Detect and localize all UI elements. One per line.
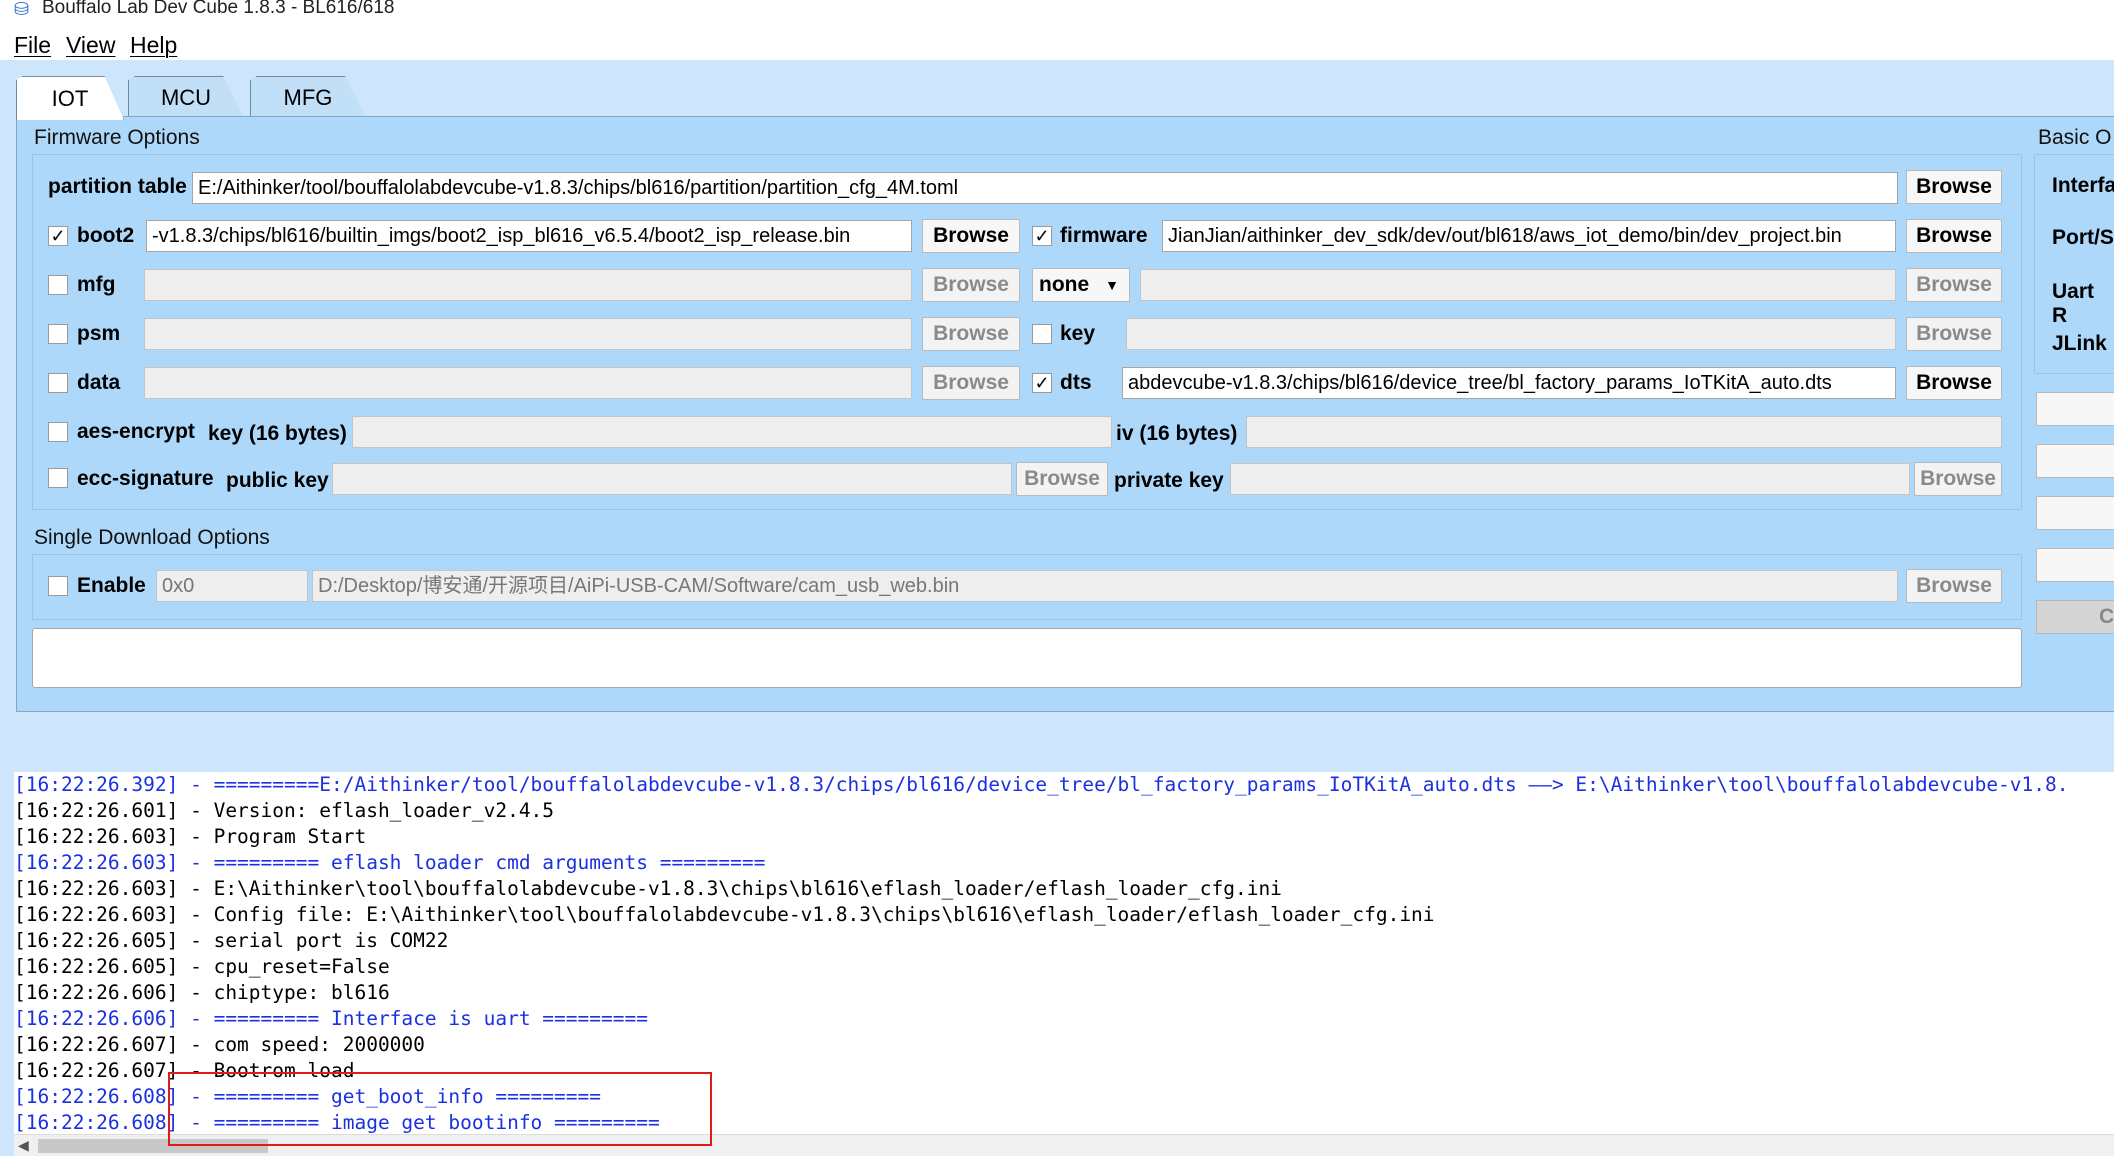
status-message-box — [32, 628, 2022, 688]
private-key-label: private key — [1114, 469, 1224, 492]
action-button-5[interactable]: C — [2036, 600, 2114, 634]
psm-label: psm — [77, 322, 121, 345]
single-browse-button[interactable]: Browse — [1906, 569, 2002, 603]
aes-iv-input[interactable] — [1246, 416, 2002, 448]
single-download-label: Single Download Options — [34, 526, 270, 549]
log-line: [16:22:26.603] - E:\Aithinker\tool\bouff… — [14, 877, 1282, 900]
log-line: [16:22:26.603] - ========= eflash loader… — [14, 851, 766, 874]
app-logo-icon: ⛁ — [14, 0, 30, 19]
scroll-left-icon[interactable]: ◀ — [18, 1137, 29, 1154]
log-line: [16:22:26.606] - chiptype: bl616 — [14, 981, 390, 1004]
menu-view[interactable]: View — [66, 32, 115, 59]
key-browse-button[interactable]: Browse — [1906, 317, 2002, 351]
menu-help[interactable]: Help — [130, 32, 177, 59]
log-line: [16:22:26.603] - Config file: E:\Aithink… — [14, 903, 1435, 926]
title-bar: ⛁ Bouffalo Lab Dev Cube 1.8.3 - BL616/61… — [0, 0, 2114, 22]
log-line: [16:22:26.607] - com speed: 2000000 — [14, 1033, 425, 1056]
aes-encrypt-checkbox[interactable] — [48, 422, 68, 442]
data-input[interactable] — [144, 367, 912, 399]
window-title: Bouffalo Lab Dev Cube 1.8.3 - BL616/618 — [42, 0, 395, 18]
partition-table-browse-button[interactable]: Browse — [1906, 170, 2002, 204]
aes-encrypt-label: aes-encrypt — [77, 420, 195, 443]
boot2-checkbox[interactable]: ✓ — [48, 226, 68, 246]
dts-checkbox[interactable]: ✓ — [1032, 373, 1052, 393]
log-line: [16:22:26.392] - =========E:/Aithinker/t… — [14, 773, 2069, 796]
single-address-input[interactable]: 0x0 — [156, 570, 308, 602]
mfg-browse-button[interactable]: Browse — [922, 268, 1020, 302]
log-line: [16:22:26.605] - cpu_reset=False — [14, 955, 390, 978]
mfg-secondary-input[interactable] — [1140, 269, 1896, 301]
psm-browse-button[interactable]: Browse — [922, 317, 1020, 351]
private-key-input[interactable] — [1230, 463, 1910, 495]
port-speed-label: Port/S — [2052, 226, 2114, 249]
boot2-label: boot2 — [77, 224, 135, 247]
ecc-signature-label: ecc-signature — [77, 467, 214, 490]
chevron-down-icon: ▼ — [1105, 277, 1119, 293]
log-line: [16:22:26.605] - serial port is COM22 — [14, 929, 449, 952]
key-input[interactable] — [1126, 318, 1896, 350]
firmware-options-label: Firmware Options — [34, 126, 200, 149]
mfg-label: mfg — [77, 273, 116, 296]
single-enable-label: Enable — [77, 574, 146, 597]
data-browse-button[interactable]: Browse — [922, 366, 1020, 400]
log-line: [16:22:26.601] - Version: eflash_loader_… — [14, 799, 555, 822]
dts-label: dts — [1060, 371, 1092, 394]
mfg-input[interactable] — [144, 269, 912, 301]
aes-key-input[interactable] — [352, 416, 1112, 448]
action-button-2[interactable] — [2036, 444, 2114, 478]
mfg-checkbox[interactable] — [48, 275, 68, 295]
basic-options-label: Basic O — [2038, 126, 2112, 149]
jlink-label: JLink — [2052, 332, 2107, 355]
mfg-secondary-browse-button[interactable]: Browse — [1906, 268, 2002, 302]
log-line: [16:22:26.606] - ========= Interface is … — [14, 1007, 648, 1030]
partition-table-label: partition table — [48, 175, 187, 198]
action-button-3[interactable] — [2036, 496, 2114, 530]
interface-label: Interfa — [2052, 174, 2114, 197]
action-button-4[interactable] — [2036, 548, 2114, 582]
firmware-browse-button[interactable]: Browse — [1906, 219, 2002, 253]
public-key-browse-button[interactable]: Browse — [1016, 462, 1108, 496]
data-label: data — [77, 371, 121, 394]
aes-iv-label: iv (16 bytes) — [1116, 422, 1238, 445]
dts-browse-button[interactable]: Browse — [1906, 366, 2002, 400]
highlight-annotation — [168, 1072, 712, 1146]
firmware-checkbox[interactable]: ✓ — [1032, 226, 1052, 246]
menu-bar: File View Help — [0, 24, 2114, 62]
dts-input[interactable]: abdevcube-v1.8.3/chips/bl616/device_tree… — [1122, 367, 1896, 399]
private-key-browse-button[interactable]: Browse — [1914, 462, 2002, 496]
mfg-type-select[interactable]: none ▼ — [1032, 268, 1130, 302]
firmware-label: firmware — [1060, 224, 1148, 247]
boot2-input[interactable]: -v1.8.3/chips/bl616/builtin_imgs/boot2_i… — [146, 220, 912, 252]
uart-rate-label: Uart R — [2052, 280, 2095, 327]
aes-key-label: key (16 bytes) — [208, 422, 347, 445]
single-enable-checkbox[interactable] — [48, 576, 68, 596]
public-key-input[interactable] — [332, 463, 1012, 495]
public-key-label: public key — [226, 469, 329, 492]
partition-table-input[interactable]: E:/Aithinker/tool/bouffalolabdevcube-v1.… — [192, 172, 1898, 204]
mfg-type-value: none — [1039, 273, 1090, 296]
ecc-signature-checkbox[interactable] — [48, 468, 68, 488]
action-button-1[interactable] — [2036, 392, 2114, 426]
data-checkbox[interactable] — [48, 373, 68, 393]
key-checkbox[interactable] — [1032, 324, 1052, 344]
menu-file[interactable]: File — [14, 32, 51, 59]
log-line: [16:22:26.603] - Program Start — [14, 825, 367, 848]
boot2-browse-button[interactable]: Browse — [922, 219, 1020, 253]
psm-input[interactable] — [144, 318, 912, 350]
psm-checkbox[interactable] — [48, 324, 68, 344]
key-label: key — [1060, 322, 1096, 345]
single-path-input[interactable]: D:/Desktop/博安通/开源项目/AiPi-USB-CAM/Softwar… — [312, 570, 1898, 602]
firmware-input[interactable]: JianJian/aithinker_dev_sdk/dev/out/bl618… — [1162, 220, 1896, 252]
